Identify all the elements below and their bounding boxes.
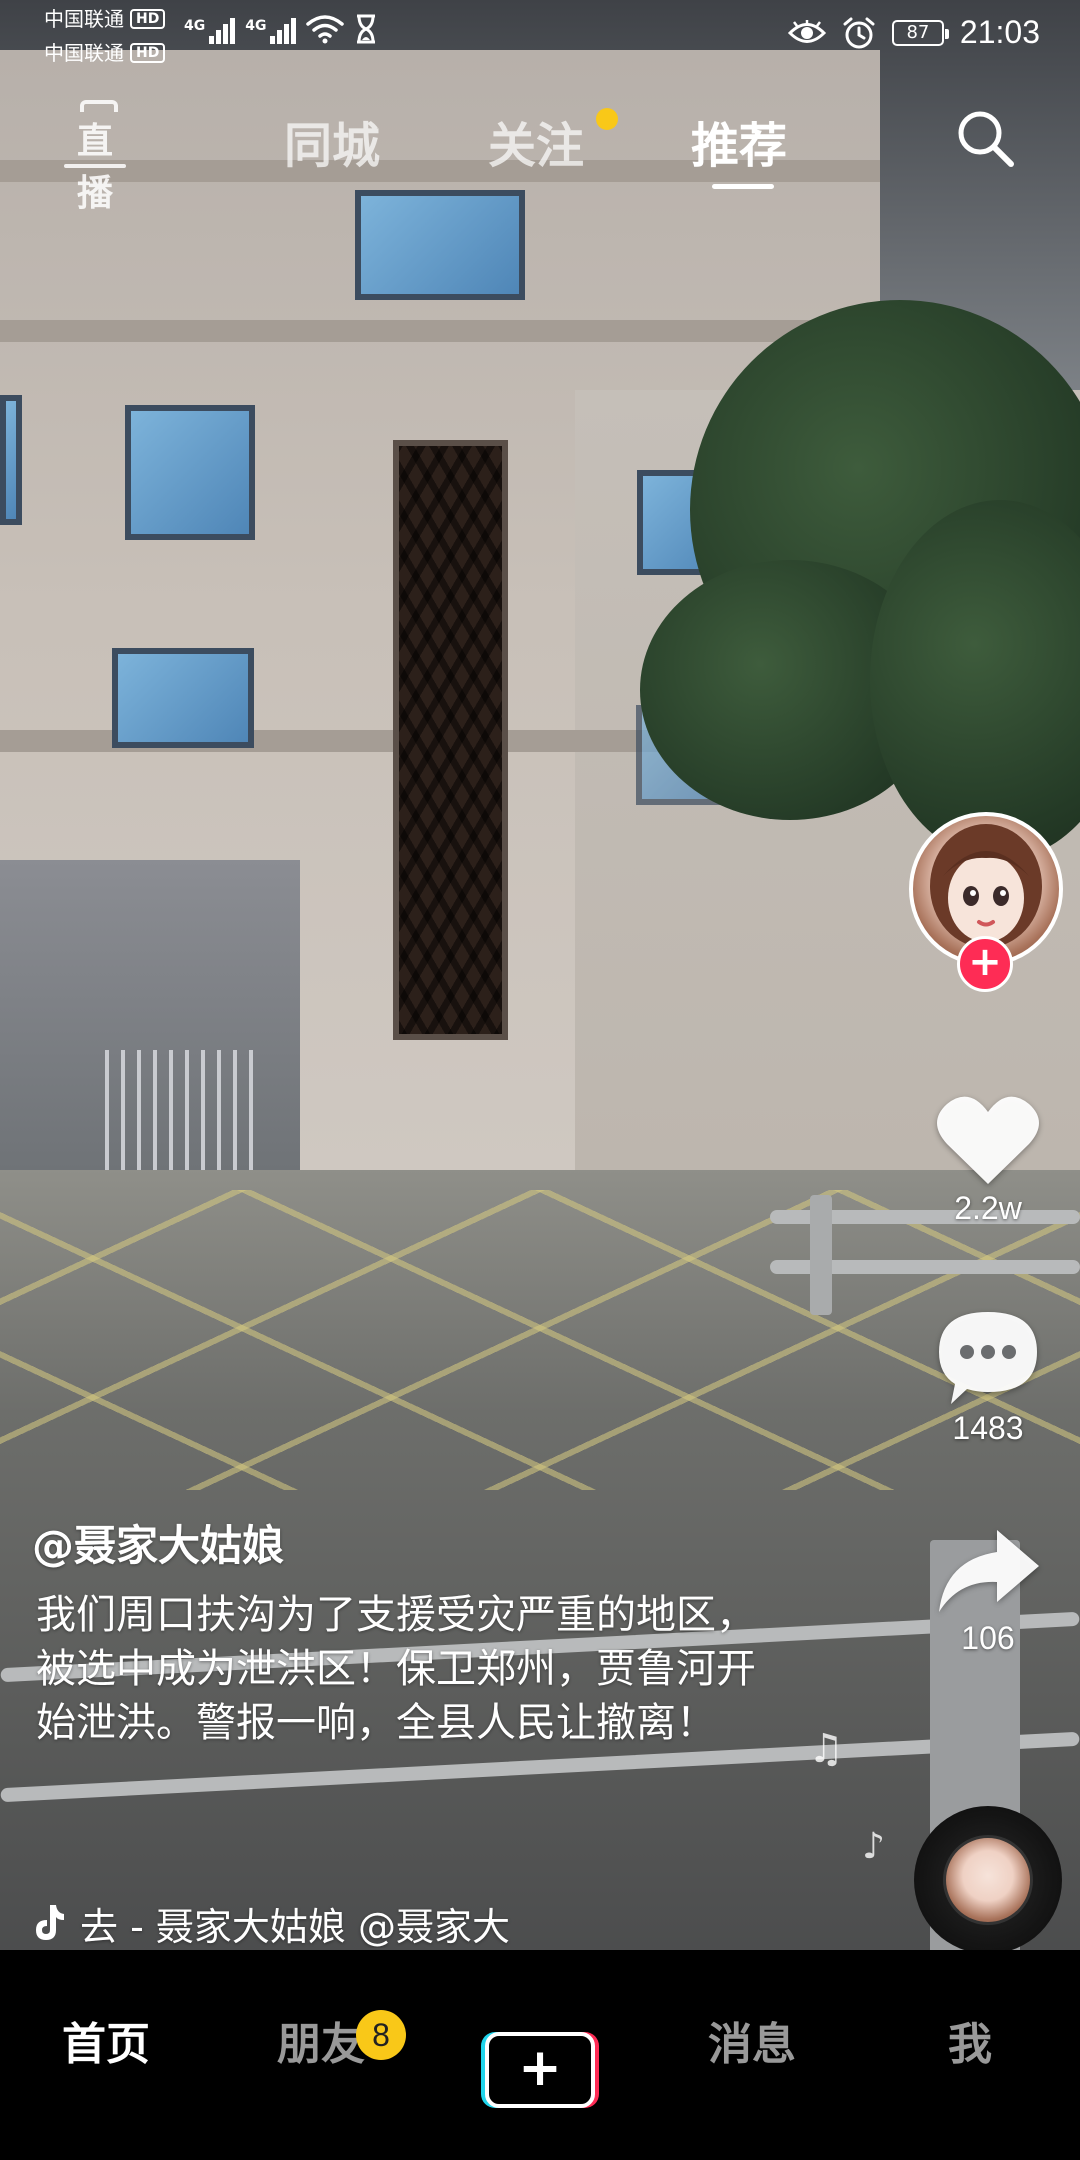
tab-recommended[interactable]: 推荐	[691, 106, 787, 176]
carrier-1-label: 中国联通	[44, 7, 124, 31]
active-tab-indicator	[712, 184, 774, 189]
author-handle[interactable]: @聂家大姑娘	[32, 1512, 284, 1573]
comment-button[interactable]: 1483	[918, 1306, 1058, 1447]
tiktok-note-icon	[36, 1905, 64, 1940]
scene-floor-band	[0, 320, 880, 342]
video-feed-screen: 中国联通 HD 中国联通 HD 4G 4G 87 21:03 直播 同城 关注 …	[0, 0, 1080, 2160]
status-bar: 中国联通 HD 中国联通 HD 4G 4G 87 21:03	[0, 0, 1080, 70]
following-new-dot	[596, 108, 618, 130]
tab-nearby[interactable]: 同城	[284, 106, 380, 176]
comment-count: 1483	[952, 1410, 1024, 1446]
scene-lattice-wall	[393, 440, 508, 1040]
carrier-2-label: 中国联通	[44, 41, 124, 65]
scene-window	[125, 405, 255, 540]
plus-icon: +	[485, 2032, 595, 2108]
network-type-label: 4G	[184, 18, 206, 34]
music-disc-button[interactable]	[914, 1806, 1062, 1954]
nav-messages[interactable]: 消息	[708, 2008, 796, 2072]
carrier-1: 中国联通 HD	[44, 6, 166, 32]
search-icon	[958, 111, 1014, 167]
eye-icon	[787, 19, 826, 43]
search-button[interactable]	[953, 106, 1017, 170]
create-button[interactable]: +	[481, 2032, 599, 2108]
heart-icon	[937, 1096, 1039, 1184]
tv-antenna-icon	[80, 100, 118, 112]
clock: 21:03	[959, 14, 1040, 50]
nav-me[interactable]: 我	[948, 2008, 992, 2072]
share-button[interactable]: 106	[918, 1524, 1058, 1657]
share-count: 106	[961, 1620, 1015, 1656]
like-count: 2.2w	[954, 1190, 1022, 1226]
hourglass-icon	[357, 14, 376, 44]
scene-window	[0, 395, 22, 525]
top-nav: 直播 同城 关注 推荐	[0, 100, 1080, 214]
music-title: 去 - 聂家大姑娘 @聂家大	[80, 1904, 510, 1949]
battery-icon: 87	[891, 19, 949, 46]
scene-window	[112, 648, 254, 748]
nav-friends[interactable]: 朋友	[277, 2008, 365, 2072]
music-disc-cover	[943, 1835, 1033, 1925]
follow-button[interactable]: +	[957, 936, 1013, 992]
friends-badge: 8	[356, 2010, 406, 2060]
signal-1-icon: 4G	[184, 18, 236, 44]
scene-gate-bars	[105, 1050, 265, 1170]
floating-note-icon: ♪	[862, 1826, 885, 1867]
video-description: 我们周口扶沟为了支援受灾严重的地区，被选中成为泄洪区！保卫郑州，贾鲁河开始泄洪。…	[36, 1592, 756, 1746]
alarm-clock-icon	[843, 17, 875, 48]
tab-following[interactable]: 关注	[488, 106, 584, 176]
signal-2-icon: 4G	[245, 18, 297, 44]
signal-indicators: 4G 4G	[184, 14, 378, 44]
carrier-2: 中国联通 HD	[44, 40, 166, 66]
nav-home[interactable]: 首页	[62, 2008, 150, 2072]
live-button[interactable]: 直播	[60, 100, 130, 214]
bottom-nav: 首页 朋友 8 + 消息 我	[0, 1950, 1080, 2160]
scene-railing-post	[810, 1195, 832, 1315]
scene-window	[355, 190, 525, 300]
music-info[interactable]: 去 - 聂家大姑娘 @聂家大	[32, 1898, 832, 1948]
share-arrow-icon	[939, 1530, 1039, 1612]
tv-base-icon	[64, 164, 126, 168]
hd-badge: HD	[130, 43, 166, 63]
status-right: 87 21:03	[787, 14, 1040, 51]
wifi-icon	[306, 15, 345, 44]
like-button[interactable]: 2.2w	[918, 1090, 1058, 1227]
comment-bubble-icon	[939, 1312, 1037, 1404]
network-type-label: 4G	[245, 18, 267, 34]
creator-avatar-group: +	[909, 812, 1067, 992]
hd-badge: HD	[130, 9, 166, 29]
floating-note-icon: ♫	[808, 1726, 844, 1772]
